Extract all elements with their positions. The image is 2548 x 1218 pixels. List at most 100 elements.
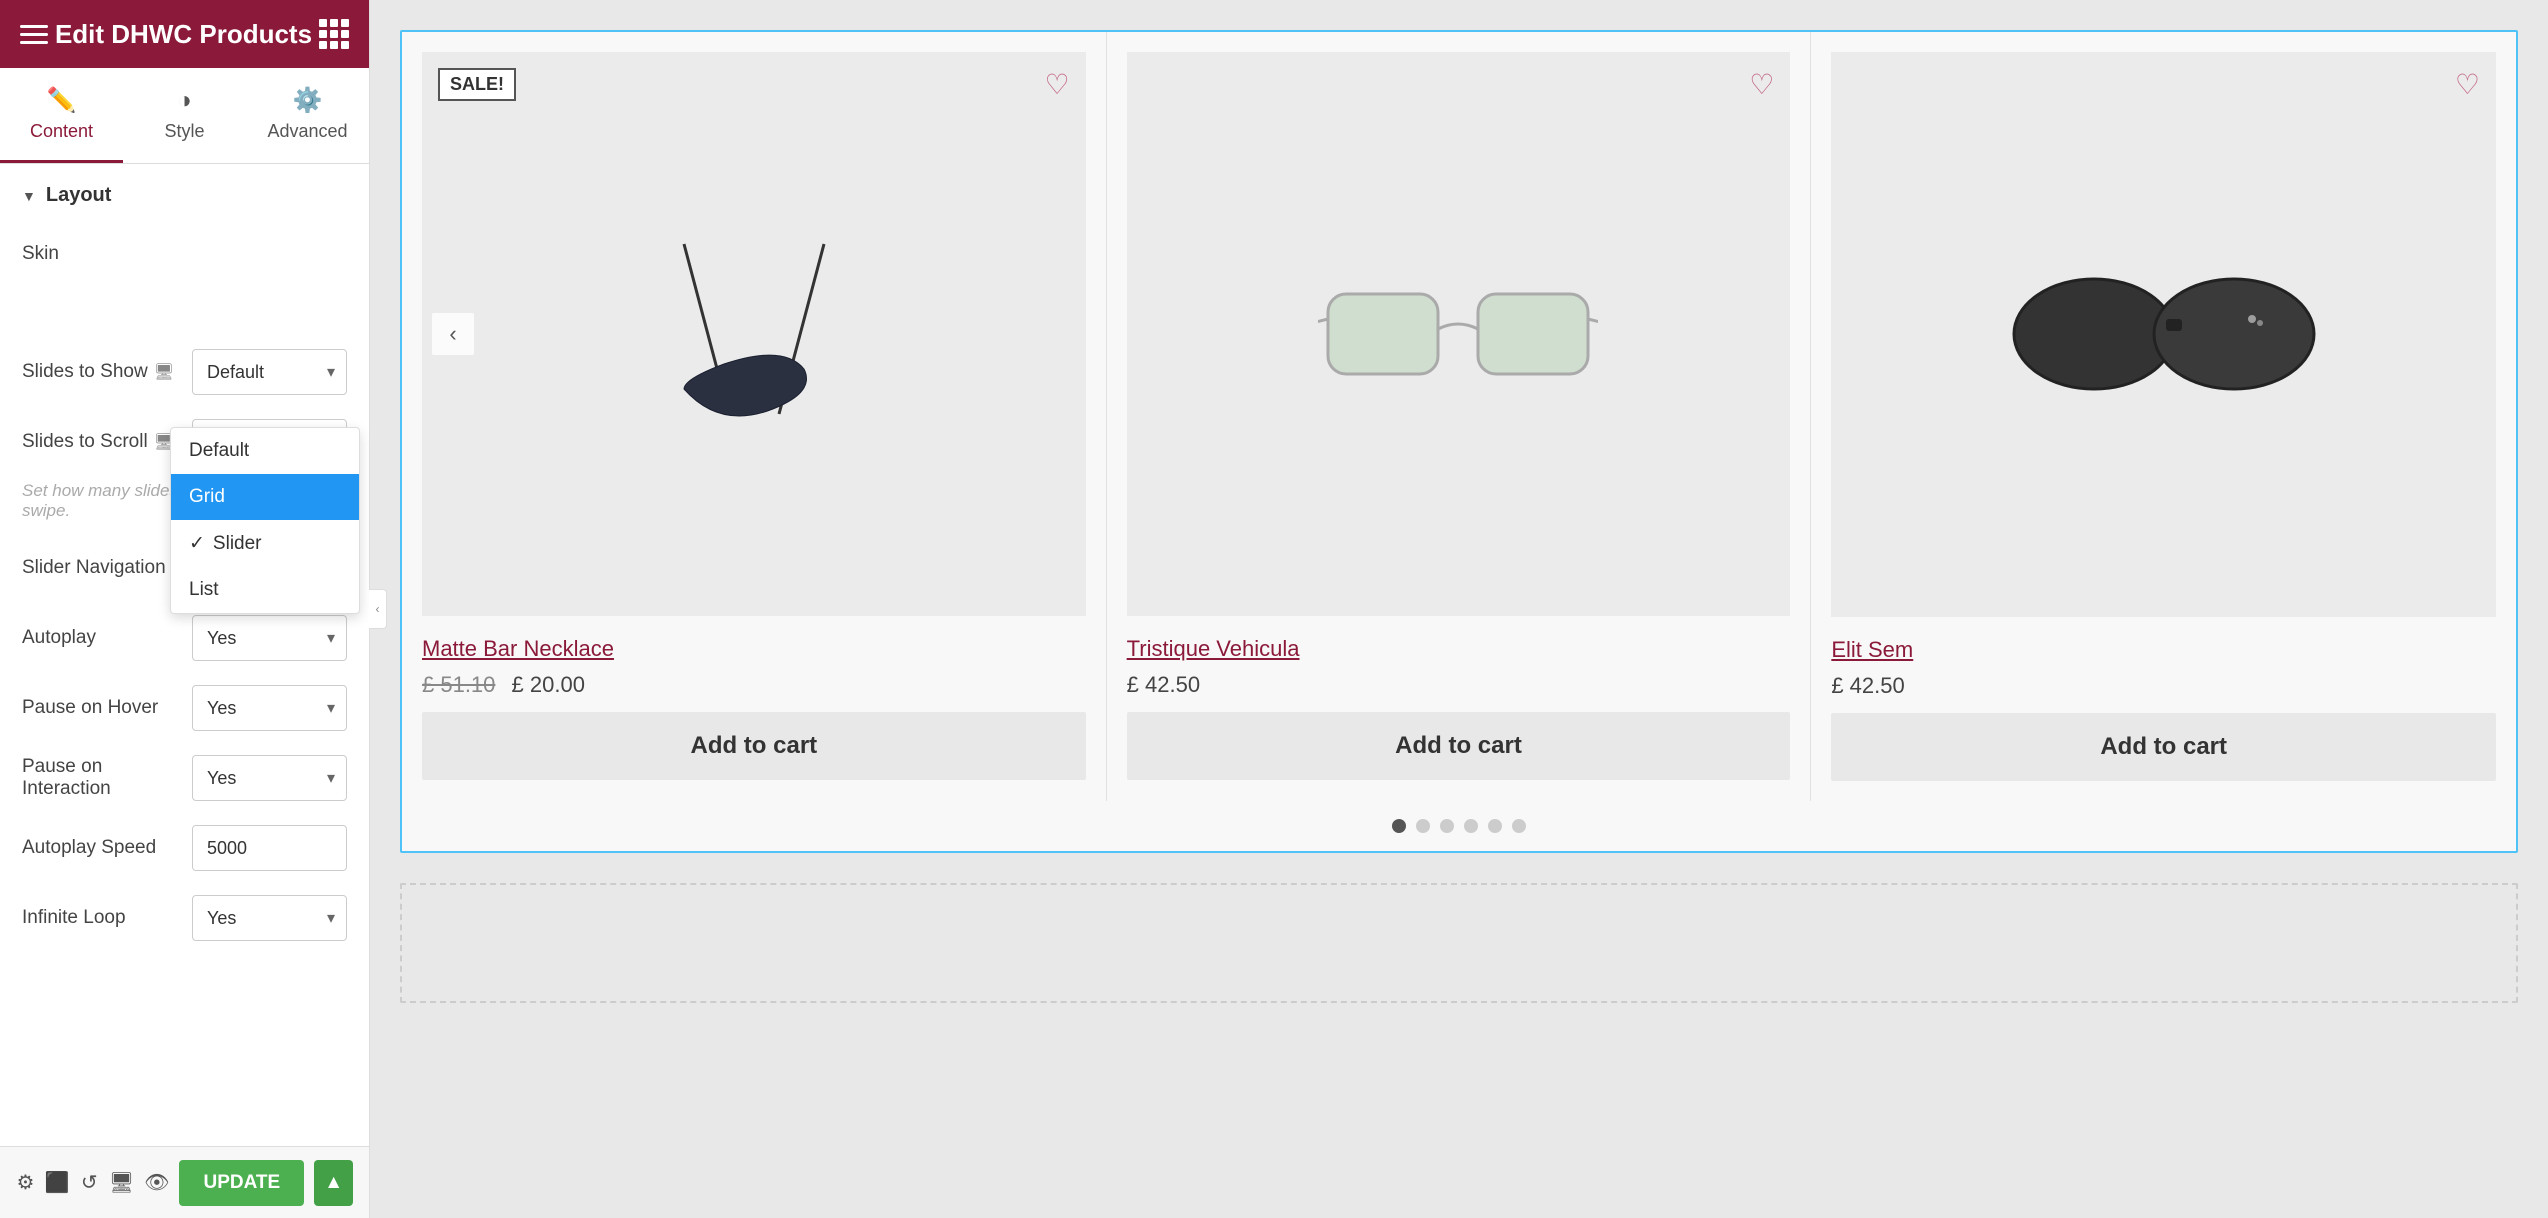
sale-badge: SALE! [438, 68, 516, 101]
autoplay-speed-wrapper [192, 825, 347, 871]
dropdown-option-slider[interactable]: ✓ Slider [171, 520, 359, 567]
monitor-icon: 🖥 [154, 362, 174, 382]
add-to-cart-btn-3[interactable]: Add to cart [1831, 713, 2496, 781]
slides-to-scroll-label: Slides to Scroll 🖥 [22, 431, 182, 453]
pause-on-hover-select[interactable]: Yes No [192, 685, 347, 731]
autoplay-select-wrapper: Yes No [192, 615, 347, 661]
settings-toolbar-btn[interactable]: ⚙ [16, 1162, 35, 1204]
dropdown-option-default[interactable]: Default [171, 428, 359, 474]
preview-toolbar-btn[interactable]: 👁 [144, 1162, 169, 1204]
tab-advanced[interactable]: ⚙️ Advanced [246, 68, 369, 163]
apps-icon[interactable] [319, 19, 349, 49]
autoplay-speed-row: Autoplay Speed [0, 813, 369, 883]
slider-dot-4[interactable] [1464, 819, 1478, 833]
slider-dot-1[interactable] [1392, 819, 1406, 833]
tab-advanced-label: Advanced [267, 121, 347, 142]
tab-content[interactable]: ✏️ Content [0, 68, 123, 163]
necklace-image [624, 234, 884, 434]
panel-header: Edit DHWC Products [0, 0, 369, 68]
add-to-cart-btn-2[interactable]: Add to cart [1127, 712, 1791, 780]
pause-on-interaction-select-wrapper: Yes No [192, 755, 347, 801]
style-tab-icon: ◑ [177, 87, 192, 115]
dropdown-option-grid[interactable]: Grid [171, 474, 359, 520]
hamburger-menu-icon[interactable] [20, 25, 48, 44]
product-image-necklace: SALE! ♡ ‹ [422, 52, 1086, 616]
skin-dropdown-popup[interactable]: Default Grid ✓ Slider List [170, 427, 360, 614]
autoplay-speed-label: Autoplay Speed [22, 837, 182, 859]
product-price-value-3: £ 42.50 [1831, 673, 1904, 698]
layout-arrow-icon: ▼ [22, 188, 36, 204]
dropdown-option-list[interactable]: List [171, 567, 359, 613]
product-slider-container: SALE! ♡ ‹ Matte Bar Necklace £ 51.1 [400, 30, 2518, 853]
panel-tabs: ✏️ Content ◑ Style ⚙️ Advanced [0, 68, 369, 164]
infinite-loop-select-wrapper: Yes No [192, 895, 347, 941]
autoplay-select[interactable]: Yes No [192, 615, 347, 661]
product-sale-price-1: £ 20.00 [512, 672, 585, 697]
product-price-3: £ 42.50 [1831, 673, 2496, 699]
product-price-value-2: £ 42.50 [1127, 672, 1200, 697]
sunglasses-dark-image [2004, 259, 2324, 409]
dropdown-slider-label: Slider [213, 533, 262, 555]
wishlist-icon-2[interactable]: ♡ [1749, 68, 1774, 101]
update-arrow-button[interactable]: ▲ [314, 1160, 353, 1206]
product-card-3: ♡ Elit Sem £ 4 [1811, 32, 2516, 801]
slides-to-show-label: Slides to Show 🖥 [22, 361, 182, 383]
skin-row: Skin Default Grid ✓ Slider List [0, 227, 369, 277]
pause-on-interaction-label: Pause on Interaction [22, 756, 182, 800]
left-panel: Edit DHWC Products ✏️ Content ◑ Style ⚙️… [0, 0, 370, 1218]
dropdown-check-icon: ✓ [189, 532, 205, 555]
product-card-2: ♡ Tristique Vehicula [1107, 32, 1812, 801]
layout-section-header[interactable]: ▼ Layout [0, 164, 369, 227]
product-price-1: £ 51.10 £ 20.00 [422, 672, 1086, 698]
desktop-toolbar-btn[interactable]: 🖥 [109, 1162, 134, 1204]
product-name-1[interactable]: Matte Bar Necklace [422, 636, 1086, 662]
advanced-tab-icon: ⚙️ [293, 86, 323, 115]
panel-collapse-handle[interactable]: ‹ [369, 589, 387, 629]
product-price-2: £ 42.50 [1127, 672, 1791, 698]
layout-section-label: Layout [46, 184, 112, 207]
slider-dot-2[interactable] [1416, 819, 1430, 833]
product-card-1: SALE! ♡ ‹ Matte Bar Necklace £ 51.1 [402, 32, 1107, 801]
history-toolbar-btn[interactable]: ↺ [80, 1162, 99, 1204]
pause-on-hover-select-wrapper: Yes No [192, 685, 347, 731]
autoplay-speed-input[interactable] [192, 825, 347, 871]
infinite-loop-select[interactable]: Yes No [192, 895, 347, 941]
infinite-loop-row: Infinite Loop Yes No [0, 883, 369, 953]
dropdown-grid-label: Grid [189, 486, 225, 508]
slides-to-show-select[interactable]: Default [192, 349, 347, 395]
bottom-toolbar: ⚙ ⬛ ↺ 🖥 👁 UPDATE ▲ [0, 1146, 369, 1218]
tab-style[interactable]: ◑ Style [123, 68, 246, 163]
slider-dots [402, 801, 2516, 851]
tab-content-label: Content [30, 121, 93, 142]
main-content: SALE! ♡ ‹ Matte Bar Necklace £ 51.1 [370, 0, 2548, 1218]
panel-title: Edit DHWC Products [55, 19, 312, 50]
slider-navigation-label: Slider Navigation [22, 557, 182, 579]
product-image-sunglasses-dark: ♡ [1831, 52, 2496, 617]
add-to-cart-btn-1[interactable]: Add to cart [422, 712, 1086, 780]
content-tab-icon: ✏️ [47, 86, 77, 115]
tab-style-label: Style [164, 121, 204, 142]
infinite-loop-label: Infinite Loop [22, 907, 182, 929]
slides-to-show-row: Slides to Show 🖥 Default [0, 337, 369, 407]
pause-on-interaction-row: Pause on Interaction Yes No [0, 743, 369, 813]
product-image-sunglasses-clear: ♡ [1127, 52, 1791, 616]
skin-label: Skin [22, 243, 182, 265]
panel-content: ▼ Layout Skin Default Grid ✓ Slider List [0, 164, 369, 1146]
dropdown-default-label: Default [189, 440, 249, 462]
product-name-3[interactable]: Elit Sem [1831, 637, 2496, 663]
wishlist-icon-3[interactable]: ♡ [2455, 68, 2480, 101]
empty-content-area [400, 883, 2518, 1003]
layers-toolbar-btn[interactable]: ⬛ [45, 1162, 70, 1204]
update-button[interactable]: UPDATE [179, 1160, 304, 1206]
slider-dot-6[interactable] [1512, 819, 1526, 833]
slides-to-show-select-wrapper: Default [192, 349, 347, 395]
product-name-2[interactable]: Tristique Vehicula [1127, 636, 1791, 662]
pause-on-interaction-select[interactable]: Yes No [192, 755, 347, 801]
products-grid: SALE! ♡ ‹ Matte Bar Necklace £ 51.1 [402, 32, 2516, 801]
product-original-price-1: £ 51.10 [422, 672, 495, 697]
slider-dot-5[interactable] [1488, 819, 1502, 833]
wishlist-icon-1[interactable]: ♡ [1045, 68, 1070, 101]
slider-dot-3[interactable] [1440, 819, 1454, 833]
autoplay-label: Autoplay [22, 627, 182, 649]
slider-prev-arrow[interactable]: ‹ [432, 313, 474, 355]
